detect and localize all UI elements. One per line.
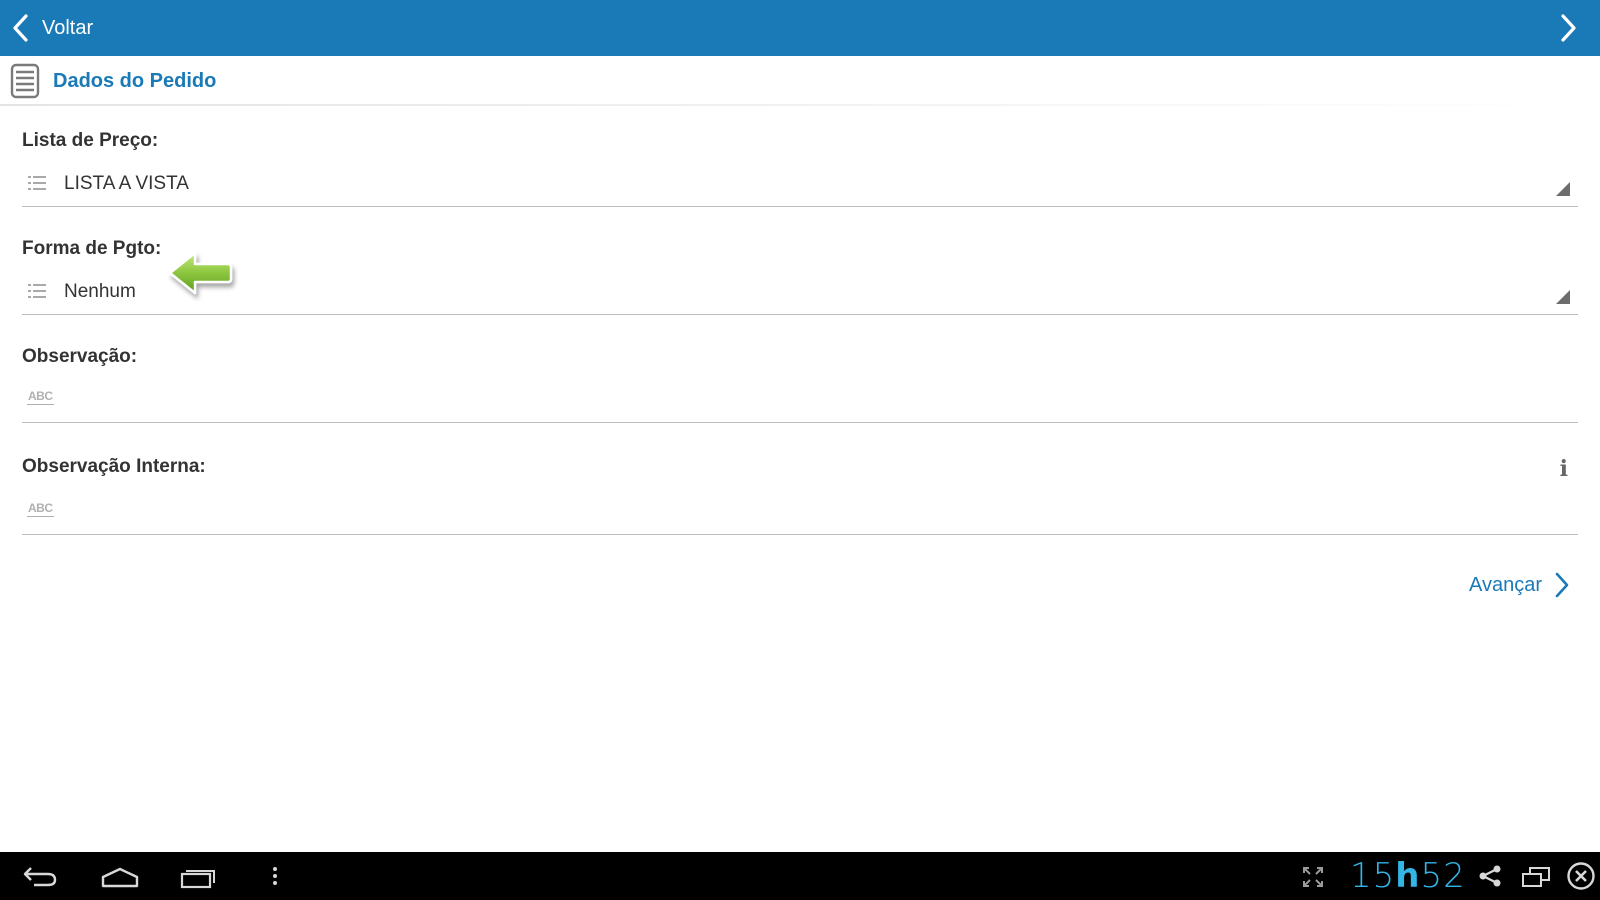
section-header: Dados do Pedido bbox=[0, 56, 1600, 106]
section-title: Dados do Pedido bbox=[53, 70, 217, 92]
payment-method-dropdown[interactable]: Nenhum bbox=[22, 270, 1578, 315]
price-list-value: LISTA A VISTA bbox=[64, 173, 189, 194]
document-icon bbox=[10, 63, 40, 104]
dropdown-caret-icon bbox=[1556, 290, 1570, 304]
info-icon[interactable]: i bbox=[1560, 458, 1568, 480]
field-payment-method: Forma de Pgto: Nenhum bbox=[22, 238, 1578, 322]
field-internal-observation: Observação Interna: i ABC bbox=[22, 456, 1578, 542]
nav-menu-icon[interactable] bbox=[272, 866, 278, 891]
payment-method-label: Forma de Pgto: bbox=[22, 238, 162, 259]
nav-recents-icon[interactable] bbox=[180, 865, 216, 894]
section-divider bbox=[0, 104, 1600, 106]
green-arrow-left-icon bbox=[168, 248, 238, 313]
advance-label: Avançar bbox=[1468, 574, 1542, 596]
list-icon bbox=[28, 283, 46, 304]
clock-separator: h bbox=[1395, 856, 1421, 896]
observation-label: Observação: bbox=[22, 346, 138, 367]
list-icon bbox=[28, 175, 46, 196]
internal-observation-label: Observação Interna: bbox=[22, 456, 206, 477]
fullscreen-icon[interactable] bbox=[1302, 866, 1324, 893]
abc-icon: ABC bbox=[27, 501, 54, 517]
internal-observation-input[interactable]: ABC bbox=[22, 490, 1578, 535]
nav-home-icon[interactable] bbox=[100, 866, 140, 893]
clock-minutes: 52 bbox=[1420, 856, 1466, 896]
observation-input[interactable]: ABC bbox=[22, 378, 1578, 423]
price-list-label: Lista de Preço: bbox=[22, 130, 159, 151]
field-price-list: Lista de Preço: LISTA A VISTA bbox=[22, 130, 1578, 214]
window-mode-icon[interactable] bbox=[1521, 865, 1551, 894]
price-list-dropdown[interactable]: LISTA A VISTA bbox=[22, 162, 1578, 207]
clock-hours: 15 bbox=[1350, 856, 1396, 896]
payment-method-value: Nenhum bbox=[64, 281, 136, 302]
advance-button[interactable]: Avançar bbox=[1469, 570, 1570, 600]
abc-icon: ABC bbox=[27, 389, 54, 405]
back-chevron-icon[interactable] bbox=[11, 13, 29, 48]
field-observation: Observação: ABC bbox=[22, 346, 1578, 430]
nav-back-icon[interactable] bbox=[22, 864, 58, 893]
dropdown-caret-icon bbox=[1556, 182, 1570, 196]
close-app-icon[interactable] bbox=[1566, 861, 1596, 896]
action-bar: Voltar bbox=[0, 0, 1600, 56]
chevron-right-icon bbox=[1555, 572, 1569, 598]
forward-chevron-icon[interactable] bbox=[1560, 13, 1578, 48]
back-button[interactable]: Voltar bbox=[42, 17, 93, 39]
system-navigation-bar: 15h52 bbox=[0, 852, 1600, 900]
status-clock: 15h52 bbox=[1350, 856, 1466, 896]
share-icon[interactable] bbox=[1478, 864, 1502, 893]
